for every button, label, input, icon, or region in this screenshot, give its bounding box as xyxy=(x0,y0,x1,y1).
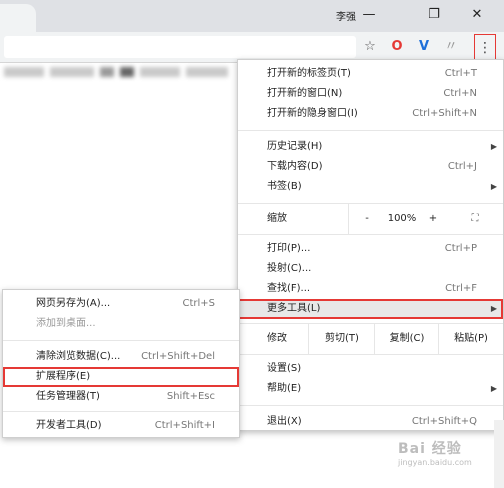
submenu-arrow-icon: ▶ xyxy=(490,384,497,393)
submenu-item-extensions[interactable]: 扩展程序(E) xyxy=(3,367,239,387)
copy-button[interactable]: 复制(C) xyxy=(374,324,439,354)
edit-label: 修改 xyxy=(267,333,287,344)
paste-button[interactable]: 粘贴(P) xyxy=(438,324,503,354)
zoom-out-button[interactable]: - xyxy=(348,204,385,234)
submenu-item-clear-data[interactable]: 清除浏览数据(C)... Ctrl+Shift+Del xyxy=(3,347,239,367)
opera-extension-icon[interactable]: O xyxy=(387,36,407,58)
menu-item-new-window[interactable]: 打开新的窗口(N) Ctrl+N xyxy=(238,84,503,104)
submenu-item-save-page[interactable]: 网页另存为(A)... Ctrl+S xyxy=(3,294,239,314)
submenu-item-dev-tools[interactable]: 开发者工具(D) Ctrl+Shift+I xyxy=(3,416,239,436)
chrome-main-menu: 打开新的标签页(T) Ctrl+T 打开新的窗口(N) Ctrl+N 打开新的隐身窗… xyxy=(237,59,504,431)
menu-item-exit[interactable]: 退出(X) Ctrl+Shift+Q xyxy=(238,412,503,432)
browser-tab[interactable] xyxy=(0,4,36,32)
feather-extension-icon[interactable]: 〃 xyxy=(441,36,461,58)
bookmarks-bar xyxy=(0,63,236,83)
title-bar: 李强 — ❐ ✕ xyxy=(0,0,504,32)
zoom-level: 100% xyxy=(387,213,417,224)
menu-item-bookmarks[interactable]: 书签(B) ▶ xyxy=(238,177,503,197)
submenu-item-add-to-desktop: 添加到桌面... xyxy=(36,318,96,329)
zoom-in-button[interactable]: + xyxy=(420,204,446,234)
menu-item-history[interactable]: 历史记录(H) ▶ xyxy=(238,137,503,157)
bookmark-item[interactable] xyxy=(50,67,94,77)
close-button[interactable]: ✕ xyxy=(462,2,492,28)
cut-button[interactable]: 剪切(T) xyxy=(308,324,375,354)
menu-item-new-incognito[interactable]: 打开新的隐身窗口(I) Ctrl+Shift+N xyxy=(238,104,503,124)
menu-item-find[interactable]: 查找(F)... Ctrl+F xyxy=(238,279,503,299)
menu-item-downloads[interactable]: 下载内容(D) Ctrl+J xyxy=(238,157,503,177)
menu-item-help[interactable]: 帮助(E) ▶ xyxy=(238,379,503,399)
star-icon[interactable]: ☆ xyxy=(360,36,380,58)
page-scrollbar[interactable] xyxy=(494,420,504,488)
fullscreen-icon[interactable]: ⛶ xyxy=(462,204,488,234)
zoom-row: 缩放 - 100% + ⛶ xyxy=(238,204,503,234)
bookmark-item[interactable] xyxy=(4,67,44,77)
bookmark-item[interactable] xyxy=(140,67,180,77)
menu-item-settings[interactable]: 设置(S) xyxy=(238,359,503,379)
menu-item-new-tab[interactable]: 打开新的标签页(T) Ctrl+T xyxy=(238,64,503,84)
bookmark-item[interactable] xyxy=(186,67,228,77)
address-bar[interactable] xyxy=(4,36,356,58)
more-tools-submenu: 网页另存为(A)... Ctrl+S 添加到桌面... 清除浏览数据(C)... C… xyxy=(2,289,240,438)
profile-name[interactable]: 李强 xyxy=(336,8,356,23)
minimize-button[interactable]: — xyxy=(354,2,384,28)
menu-item-more-tools[interactable]: 更多工具(L) ▶ xyxy=(238,299,503,319)
baidu-watermark-logo: Bai 经验 jingyan.baidu.com xyxy=(398,441,472,467)
maximize-button[interactable]: ❐ xyxy=(419,2,449,28)
submenu-arrow-icon: ▶ xyxy=(490,142,497,151)
bookmark-item[interactable] xyxy=(120,67,134,77)
submenu-arrow-icon: ▶ xyxy=(490,304,497,313)
menu-item-cast[interactable]: 投射(C)... xyxy=(238,259,503,279)
submenu-arrow-icon: ▶ xyxy=(490,182,497,191)
chrome-menu-icon[interactable]: ⋮ xyxy=(474,34,496,62)
menu-item-print[interactable]: 打印(P)... Ctrl+P xyxy=(238,239,503,259)
bookmark-item[interactable] xyxy=(100,67,114,77)
v-extension-icon[interactable]: V xyxy=(414,36,434,58)
zoom-label: 缩放 xyxy=(267,213,287,224)
submenu-item-task-manager[interactable]: 任务管理器(T) Shift+Esc xyxy=(3,387,239,407)
edit-row: 修改 剪切(T) 复制(C) 粘贴(P) xyxy=(238,324,503,354)
